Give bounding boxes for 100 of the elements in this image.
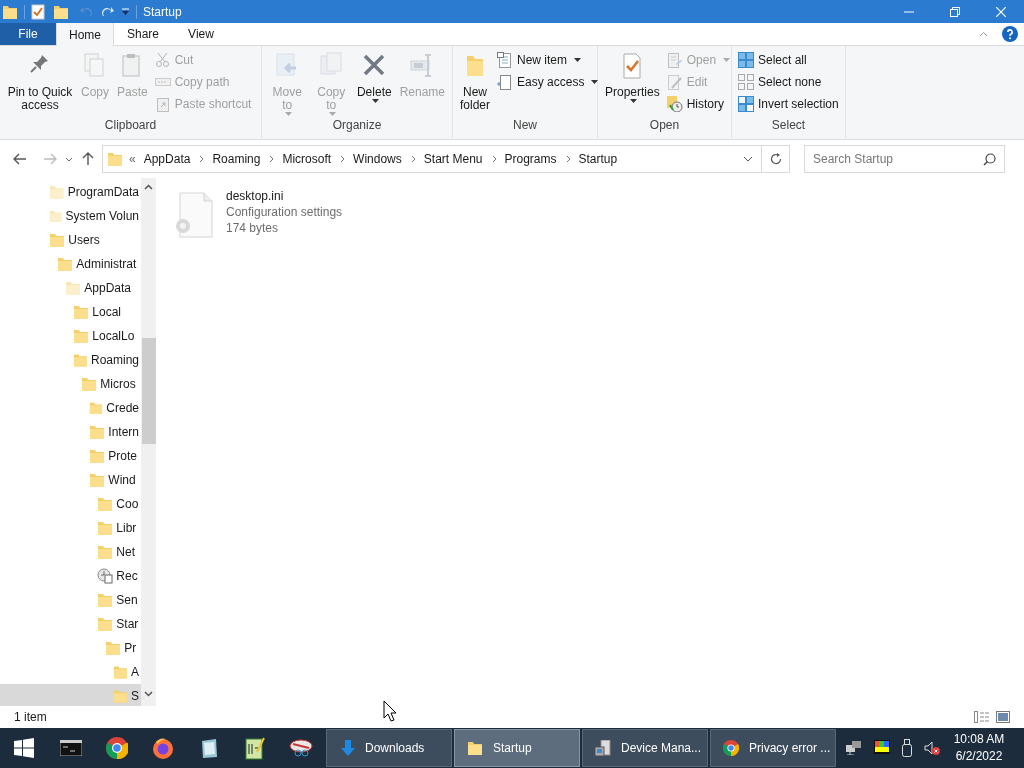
group-label: New <box>512 117 538 134</box>
tree-item[interactable]: Administrat <box>0 252 141 276</box>
details-view-icon[interactable] <box>974 711 990 723</box>
folder-icon <box>73 352 88 368</box>
ribbon-button[interactable]: New item <box>497 52 599 68</box>
chevron-right-icon <box>491 155 497 163</box>
new-folder-icon[interactable] <box>53 3 69 20</box>
breadcrumb[interactable]: Microsoft <box>282 150 332 168</box>
scrollbar[interactable] <box>141 178 156 706</box>
tree-item[interactable]: ProgramData <box>0 180 141 204</box>
tree-item[interactable]: Sen <box>0 588 141 612</box>
usb-drive-icon[interactable] <box>902 739 912 757</box>
ribbon-button[interactable]: Invert selection <box>738 96 839 112</box>
mouse-cursor-icon <box>383 700 396 722</box>
breadcrumb[interactable]: AppData <box>143 150 191 168</box>
tree-item[interactable]: Wind <box>0 468 141 492</box>
window-title: Startup <box>143 3 182 21</box>
tree-item[interactable]: System Volun <box>0 204 141 228</box>
tree-item[interactable]: Crede <box>0 396 141 420</box>
scroll-up-icon[interactable] <box>144 184 153 190</box>
taskbar-window-button[interactable]: Privacy error ... <box>710 729 836 767</box>
help-icon[interactable] <box>1002 26 1018 42</box>
snipping-tool-icon <box>289 738 313 758</box>
chrome-icon <box>106 737 128 759</box>
chevron-down-icon <box>65 156 73 162</box>
ribbon-button[interactable]: History <box>666 96 731 112</box>
breadcrumb[interactable]: Programs <box>504 150 557 168</box>
tree-item[interactable]: Users <box>0 228 141 252</box>
caret-icon <box>285 112 293 116</box>
refresh-button[interactable] <box>762 145 790 173</box>
scroll-down-icon[interactable] <box>144 691 153 697</box>
breadcrumb[interactable]: Start Menu <box>423 150 483 168</box>
customize-dropdown-icon[interactable] <box>121 7 130 16</box>
edit-icon <box>666 74 683 90</box>
device-manager-icon <box>595 740 611 756</box>
close-icon <box>996 6 1006 17</box>
collapse-ribbon-icon[interactable] <box>979 31 988 37</box>
tree-item[interactable]: Coo <box>0 492 141 516</box>
invert-selection-icon <box>738 96 754 112</box>
clock-button[interactable]: 10:08 AM 6/2/2022 <box>950 728 1008 768</box>
file-menu-button[interactable]: File <box>0 23 56 45</box>
tree-item[interactable]: Rec <box>0 564 141 588</box>
tree-item[interactable]: Net <box>0 540 141 564</box>
firefox-icon <box>152 737 174 759</box>
file-item[interactable]: desktop.ini Configuration settings 174 bytes <box>178 188 378 238</box>
chevron-right-icon <box>565 155 571 163</box>
new-item-icon <box>497 52 513 68</box>
ribbon-button[interactable]: Select none <box>738 74 839 90</box>
settings-file-icon <box>174 192 214 238</box>
caret-icon <box>372 99 380 103</box>
ribbon-tab[interactable]: View <box>172 23 230 45</box>
breadcrumb[interactable]: Startup <box>578 150 618 168</box>
network-icon[interactable] <box>846 741 862 755</box>
address-bar[interactable]: « AppData Roaming Microsoft Windows Start Menu Programs Startup <box>102 145 762 173</box>
file-type: Configuration settings <box>226 204 343 220</box>
tree-item[interactable]: Micros <box>0 372 141 396</box>
chevron-down-icon[interactable] <box>743 156 753 162</box>
ribbon-button[interactable]: Pin to Quick access <box>4 52 76 112</box>
folder-icon <box>97 616 113 632</box>
tree-item[interactable]: AppData <box>0 276 141 300</box>
folder-icon <box>97 520 113 536</box>
folder-icon <box>97 544 113 560</box>
tree-item[interactable]: A <box>0 660 141 684</box>
speaker-muted-icon[interactable] <box>924 741 940 755</box>
overflow-chevron[interactable]: « <box>129 150 136 168</box>
taskbar-window-button[interactable]: Startup <box>454 729 580 767</box>
tree-item[interactable]: Star <box>0 612 141 636</box>
properties-icon[interactable] <box>31 3 45 20</box>
tree-item[interactable]: Pr <box>0 636 141 660</box>
tree-item[interactable]: Libr <box>0 516 141 540</box>
taskbar-window-button[interactable]: Device Mana... <box>582 729 708 767</box>
tree-item[interactable]: Local <box>0 300 141 324</box>
search-input[interactable]: Search Startup <box>813 150 983 168</box>
ribbon-tab[interactable]: Share <box>114 23 172 45</box>
tree-item[interactable]: S <box>0 684 141 706</box>
color-display-icon[interactable] <box>874 740 890 756</box>
caret-icon <box>574 58 582 62</box>
tree-item[interactable]: LocalLo <box>0 324 141 348</box>
open-icon <box>666 52 683 68</box>
ribbon-button[interactable]: Select all <box>738 52 839 68</box>
history-icon <box>666 96 683 112</box>
ribbon-tab[interactable]: Home <box>56 23 114 46</box>
ribbon-button[interactable]: New folder <box>457 52 493 112</box>
breadcrumb[interactable]: Roaming <box>212 150 261 168</box>
scroll-thumb[interactable] <box>141 337 156 444</box>
folder-icon <box>97 496 113 512</box>
large-icons-view-icon[interactable] <box>996 711 1010 723</box>
tree-item[interactable]: Prote <box>0 444 141 468</box>
breadcrumb[interactable]: Windows <box>353 150 402 168</box>
chevron-right-icon <box>410 155 416 163</box>
tree-item[interactable]: Intern <box>0 420 141 444</box>
ribbon-button[interactable]: Properties <box>602 52 663 103</box>
taskbar-window-button[interactable]: Downloads <box>326 729 452 767</box>
ribbon-button[interactable]: Easy access <box>497 74 599 90</box>
folder-icon[interactable] <box>2 3 18 20</box>
windows-logo-icon <box>14 738 34 758</box>
group-label: Clipboard <box>103 117 158 134</box>
search-field[interactable]: Search Startup <box>804 145 1005 173</box>
ribbon-button[interactable]: Delete <box>353 52 395 103</box>
tree-item[interactable]: Roaming <box>0 348 141 372</box>
